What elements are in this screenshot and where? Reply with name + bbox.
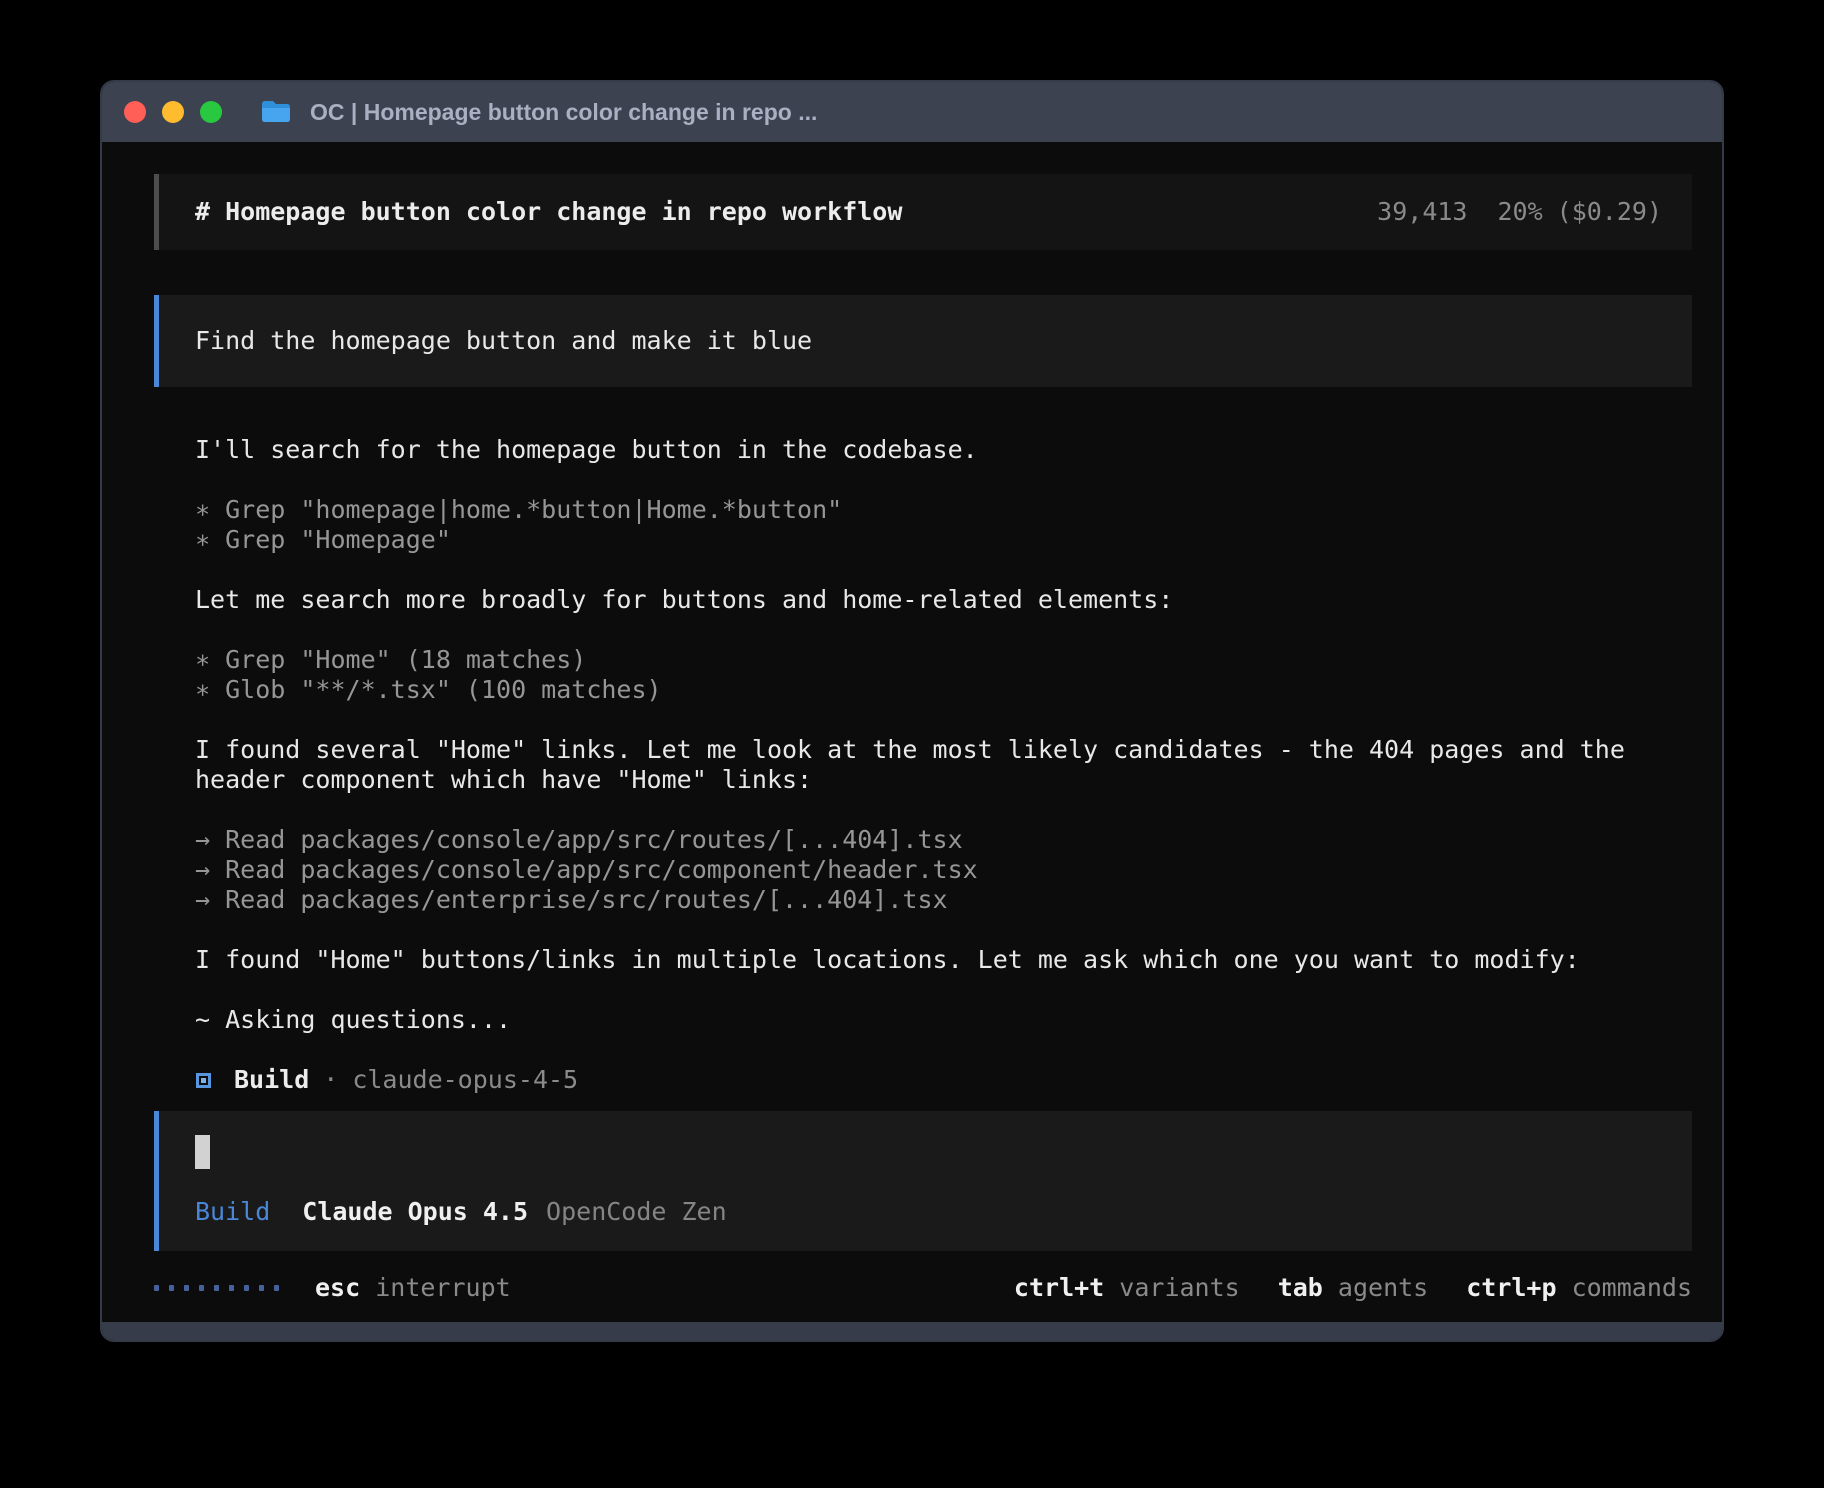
terminal-window: OC | Homepage button color change in rep…	[100, 80, 1724, 1342]
agent-badge-icon	[196, 1073, 211, 1088]
transcript-group: I found "Home" buttons/links in multiple…	[195, 945, 1682, 975]
keybind-key: esc	[315, 1273, 360, 1302]
spinner-dots	[154, 1285, 279, 1291]
keybind-label: interrupt	[375, 1273, 510, 1302]
spinner-dot	[274, 1285, 279, 1291]
keybind-key: tab	[1278, 1273, 1323, 1302]
keybind-key: ctrl+p	[1466, 1273, 1556, 1302]
transcript-line: ~ Asking questions...	[195, 1005, 1682, 1035]
user-message-text: Find the homepage button and make it blu…	[195, 326, 812, 356]
minimize-button[interactable]	[162, 101, 184, 123]
spinner-dot	[214, 1285, 219, 1291]
transcript-group: ∗ Grep "homepage|home.*button|Home.*butt…	[195, 495, 1682, 555]
transcript-line: ∗ Grep "Home" (18 matches)	[195, 645, 1682, 675]
transcript-line: ∗ Grep "Homepage"	[195, 525, 1682, 555]
input-footer: Build Claude Opus 4.5 OpenCode Zen	[195, 1197, 1662, 1227]
keybind-interrupt: esc interrupt	[315, 1273, 511, 1303]
session-stats: 39,413 20% ($0.29)	[1377, 197, 1662, 227]
spinner-dot	[199, 1285, 204, 1291]
agent-status-line: Build · claude-opus-4-5	[154, 1065, 1692, 1095]
statusbar-right: ctrl+t variants tab agents ctrl+p commands	[1014, 1273, 1692, 1303]
close-button[interactable]	[124, 101, 146, 123]
session-title: # Homepage button color change in repo w…	[195, 197, 902, 227]
transcript-line: → Read packages/console/app/src/routes/[…	[195, 825, 1682, 855]
agent-separator: ·	[323, 1065, 338, 1095]
keybind-hint: ctrl+t variants	[1014, 1273, 1240, 1303]
transcript-group: I found several "Home" links. Let me loo…	[195, 735, 1682, 795]
input-provider-label: OpenCode Zen	[546, 1197, 727, 1227]
spinner-dot	[259, 1285, 264, 1291]
keybind-label: variants	[1104, 1273, 1239, 1302]
titlebar: OC | Homepage button color change in rep…	[102, 82, 1722, 142]
terminal: # Homepage button color change in repo w…	[102, 142, 1722, 1322]
transcript-line: → Read packages/console/app/src/componen…	[195, 855, 1682, 885]
keybind-label: commands	[1557, 1273, 1692, 1302]
window-bottom-strip	[102, 1322, 1722, 1340]
transcript-group: → Read packages/console/app/src/routes/[…	[195, 825, 1682, 915]
session-cost: ($0.29)	[1557, 197, 1662, 227]
session-header: # Homepage button color change in repo w…	[154, 174, 1692, 250]
transcript-line: ∗ Glob "**/*.tsx" (100 matches)	[195, 675, 1682, 705]
spinner-dot	[229, 1285, 234, 1291]
spinner-dot	[154, 1285, 159, 1291]
transcript-line: → Read packages/enterprise/src/routes/[.…	[195, 885, 1682, 915]
zoom-button[interactable]	[200, 101, 222, 123]
spinner-dot	[184, 1285, 189, 1291]
transcript: I'll search for the homepage button in t…	[154, 435, 1692, 1035]
transcript-group: ~ Asking questions...	[195, 1005, 1682, 1035]
transcript-line: I found several "Home" links. Let me loo…	[195, 735, 1682, 795]
input-model-label: Claude Opus 4.5	[302, 1197, 528, 1227]
token-count: 39,413	[1377, 197, 1467, 227]
transcript-line: Let me search more broadly for buttons a…	[195, 585, 1682, 615]
agent-name: Build	[234, 1065, 309, 1095]
keybind-hint: ctrl+p commands	[1466, 1273, 1692, 1303]
spinner-dot	[244, 1285, 249, 1291]
keybind-key: ctrl+t	[1014, 1273, 1104, 1302]
folder-icon	[260, 99, 292, 125]
prompt-input[interactable]: Build Claude Opus 4.5 OpenCode Zen	[154, 1111, 1692, 1251]
agent-model: claude-opus-4-5	[352, 1065, 578, 1095]
transcript-group: ∗ Grep "Home" (18 matches)∗ Glob "**/*.t…	[195, 645, 1682, 705]
window-title: OC | Homepage button color change in rep…	[310, 99, 817, 126]
text-cursor	[195, 1135, 210, 1169]
transcript-line: ∗ Grep "homepage|home.*button|Home.*butt…	[195, 495, 1682, 525]
transcript-group: Let me search more broadly for buttons a…	[195, 585, 1682, 615]
transcript-line: I'll search for the homepage button in t…	[195, 435, 1682, 465]
statusbar: esc interrupt ctrl+t variantstab agentsc…	[154, 1273, 1692, 1303]
transcript-line: I found "Home" buttons/links in multiple…	[195, 945, 1682, 975]
spinner-dot	[169, 1285, 174, 1291]
input-agent-label: Build	[195, 1197, 270, 1227]
user-message: Find the homepage button and make it blu…	[154, 295, 1692, 387]
transcript-group: I'll search for the homepage button in t…	[195, 435, 1682, 465]
keybind-label: agents	[1323, 1273, 1428, 1302]
keybind-hint: tab agents	[1278, 1273, 1429, 1303]
context-percent: 20%	[1497, 197, 1542, 227]
